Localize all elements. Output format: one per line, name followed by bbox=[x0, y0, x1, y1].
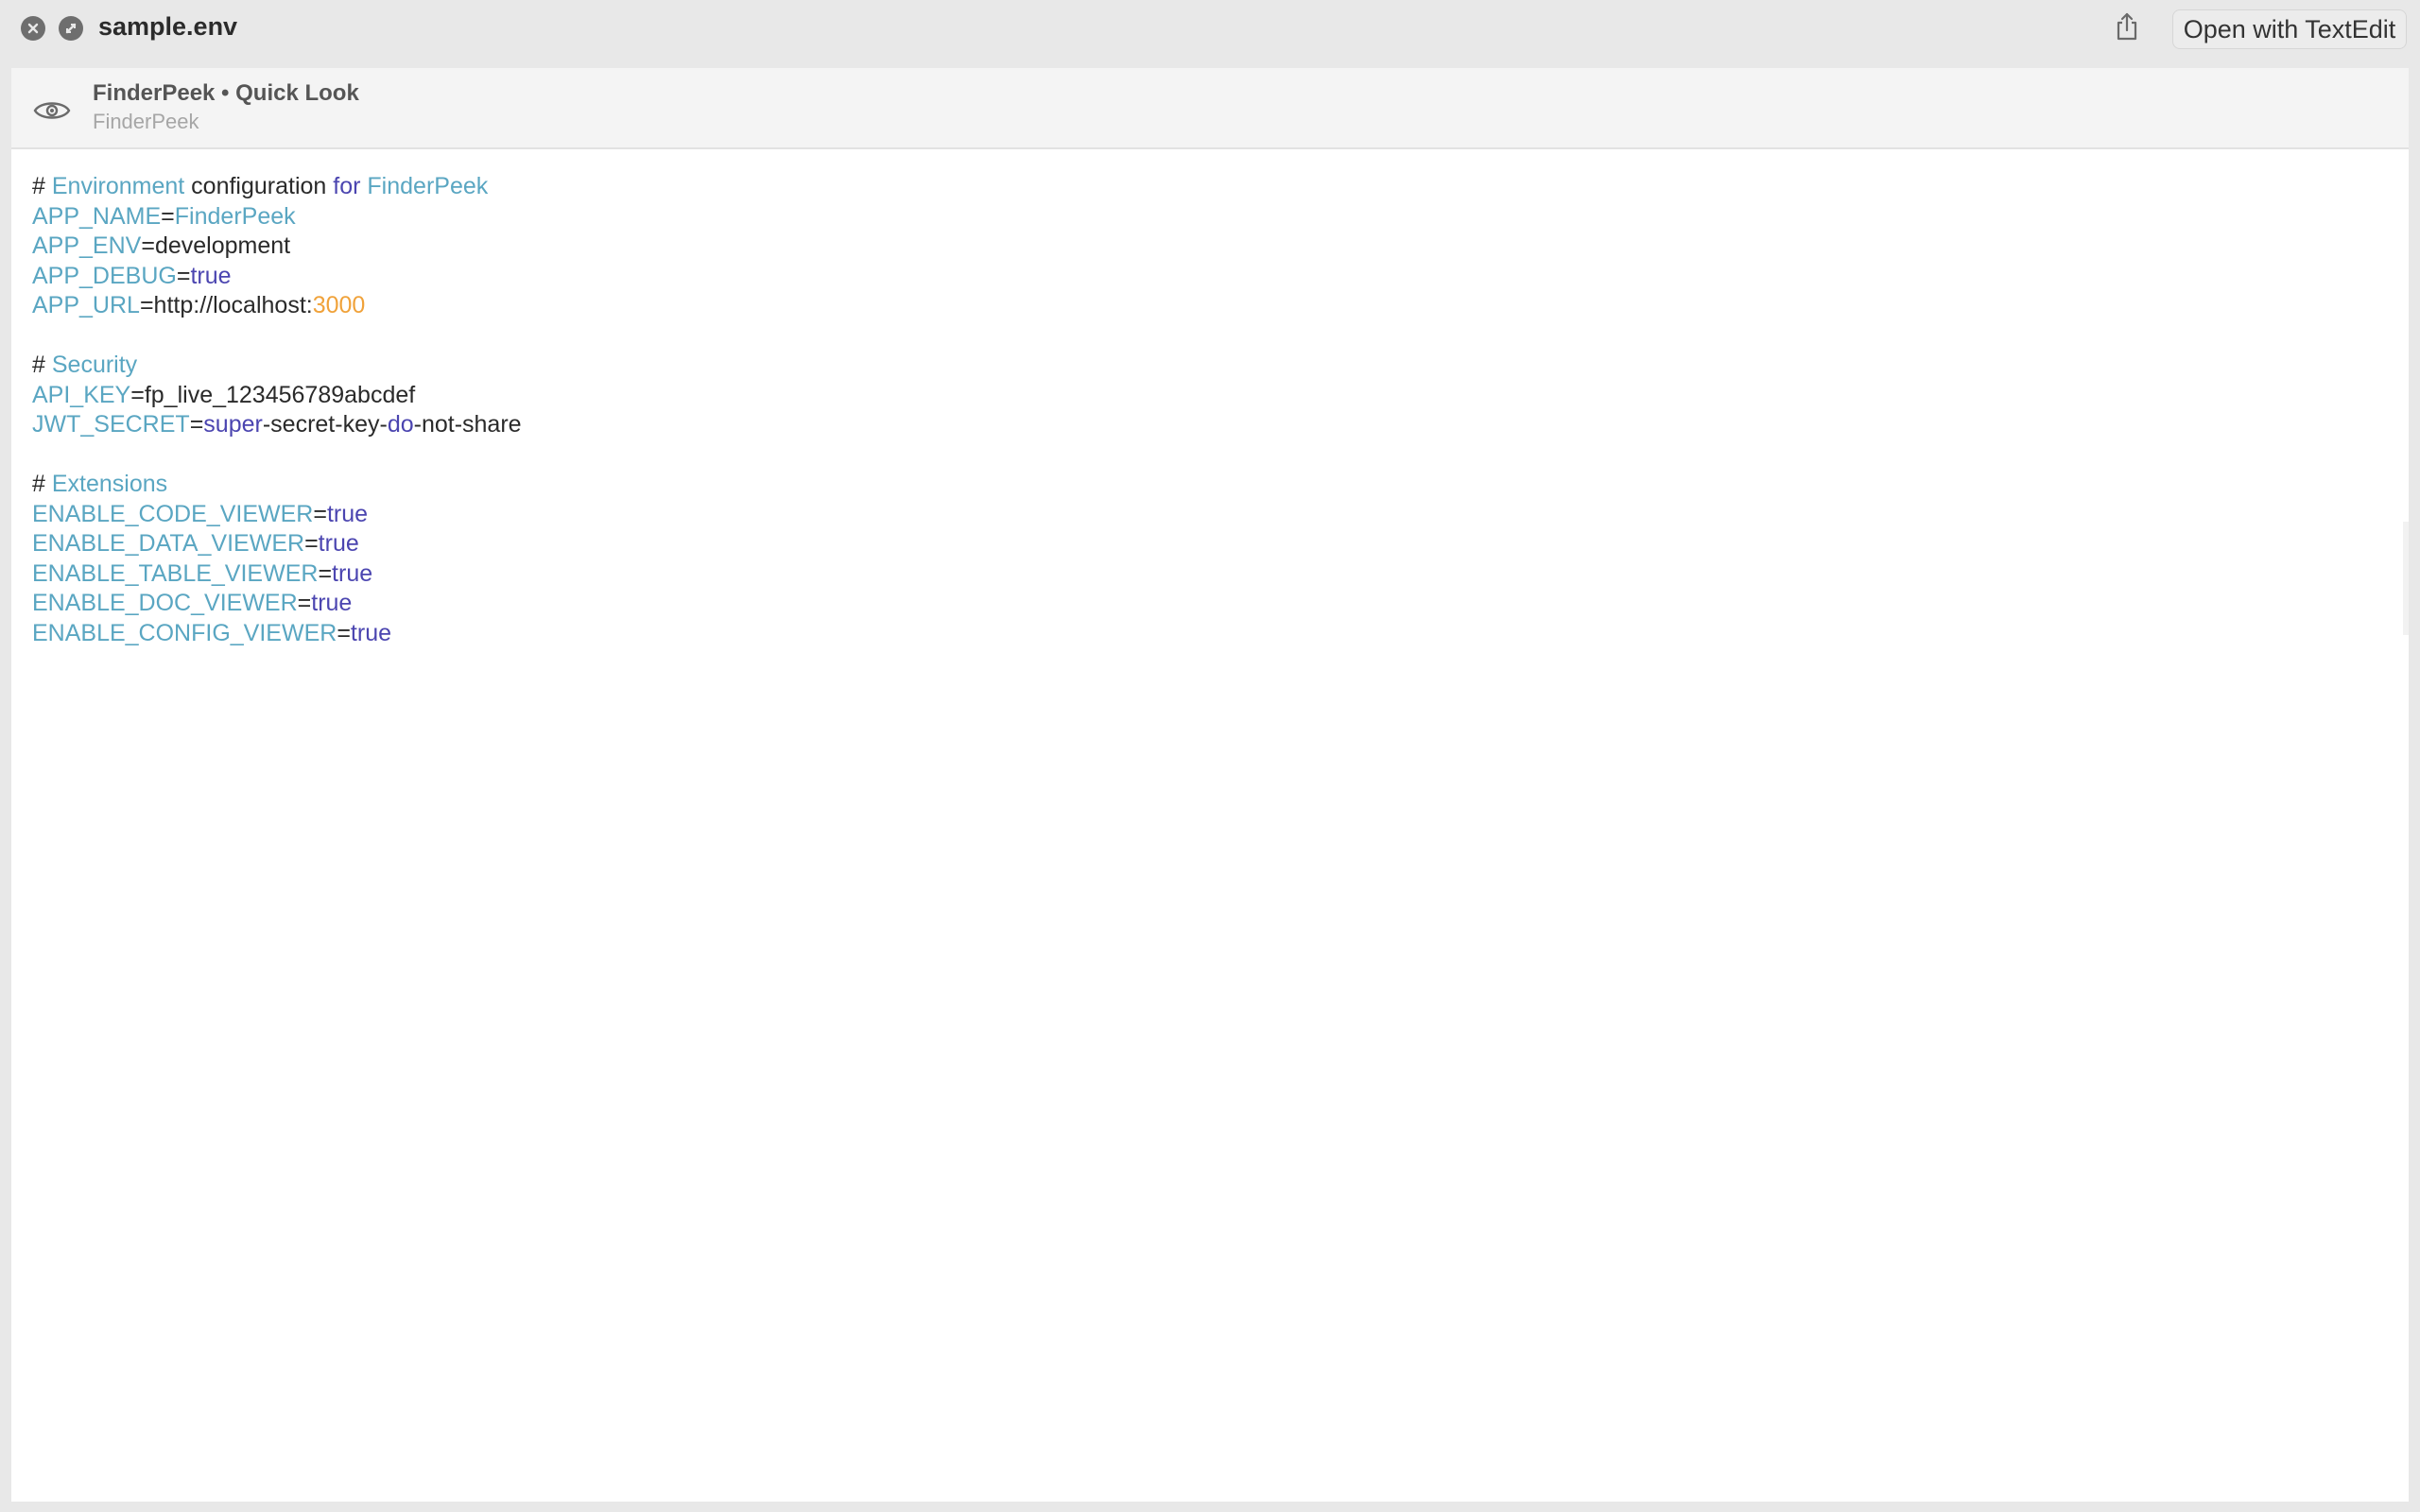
code-line: APP_ENV=development bbox=[32, 232, 2377, 262]
code-number: 3000 bbox=[312, 292, 366, 318]
code-key: ENABLE_CONFIG_VIEWER bbox=[32, 619, 337, 646]
code-keyword: for bbox=[333, 173, 361, 199]
code-line: ENABLE_TABLE_VIEWER=true bbox=[32, 559, 2377, 590]
header-title: FinderPeek • Quick Look bbox=[93, 80, 359, 106]
code-key: APP_DEBUG bbox=[32, 262, 177, 289]
code-text: = bbox=[176, 262, 191, 289]
window-title: sample.env bbox=[98, 12, 238, 41]
code-text: =fp_live_123456789abcdef bbox=[130, 381, 416, 408]
code-keyword: true bbox=[190, 262, 232, 289]
code-keyword: super bbox=[203, 411, 263, 438]
scrollbar-track[interactable] bbox=[2403, 522, 2409, 635]
code-keyword: do bbox=[387, 411, 414, 438]
close-button[interactable] bbox=[21, 16, 45, 41]
code-key: APP_ENV bbox=[32, 232, 142, 259]
code-key: JWT_SECRET bbox=[32, 411, 190, 438]
code-line: JWT_SECRET=super-secret-key-do-not-share bbox=[32, 410, 2377, 440]
code-text: # bbox=[32, 471, 52, 497]
fullscreen-icon bbox=[64, 22, 78, 35]
code-line: ENABLE_DATA_VIEWER=true bbox=[32, 529, 2377, 559]
code-line: ENABLE_CONFIG_VIEWER=true bbox=[32, 619, 2377, 649]
code-key: API_KEY bbox=[32, 381, 131, 408]
code-keyword: true bbox=[350, 619, 392, 646]
code-text: -not-share bbox=[413, 411, 522, 438]
code-line: APP_NAME=FinderPeek bbox=[32, 202, 2377, 232]
code-text: = bbox=[189, 411, 204, 438]
code-text: -secret-key- bbox=[262, 411, 388, 438]
code-key: FinderPeek bbox=[174, 202, 296, 230]
code-line: # Security bbox=[32, 351, 2377, 381]
share-button[interactable] bbox=[2110, 11, 2144, 45]
code-key: APP_NAME bbox=[32, 202, 162, 230]
open-with-textedit-button[interactable]: Open with TextEdit bbox=[2172, 9, 2407, 49]
fullscreen-button[interactable] bbox=[59, 16, 83, 41]
code-text: = bbox=[297, 590, 312, 616]
quick-look-window: sample.env Open with TextEdit FinderPeek… bbox=[0, 0, 2420, 1512]
header-subtitle: FinderPeek bbox=[93, 110, 199, 133]
code-key: Extensions bbox=[51, 471, 168, 497]
preview-header: FinderPeek • Quick Look FinderPeek bbox=[11, 68, 2409, 149]
title-bar: sample.env Open with TextEdit bbox=[0, 0, 2420, 64]
code-view: # Environment configuration for FinderPe… bbox=[32, 172, 2377, 648]
close-icon bbox=[26, 22, 40, 35]
code-keyword: true bbox=[311, 590, 353, 616]
code-line: ENABLE_DOC_VIEWER=true bbox=[32, 589, 2377, 619]
code-keyword: true bbox=[318, 530, 359, 557]
preview-panel: FinderPeek • Quick Look FinderPeek # Env… bbox=[11, 68, 2409, 1502]
code-text: = bbox=[337, 619, 351, 646]
code-key: APP_URL bbox=[32, 292, 140, 318]
code-text: = bbox=[304, 530, 319, 557]
code-keyword: true bbox=[326, 500, 369, 527]
code-text: # bbox=[32, 352, 52, 378]
code-key: ENABLE_DOC_VIEWER bbox=[32, 590, 298, 616]
code-key: FinderPeek bbox=[367, 173, 489, 199]
code-text: = bbox=[313, 500, 327, 527]
code-line: APP_DEBUG=true bbox=[32, 262, 2377, 292]
code-text: # bbox=[32, 173, 52, 199]
code-line: APP_URL=http://localhost:3000 bbox=[32, 291, 2377, 321]
eye-icon bbox=[32, 91, 72, 130]
code-key: Security bbox=[51, 352, 138, 378]
code-text: =development bbox=[141, 232, 291, 259]
code-key: ENABLE_CODE_VIEWER bbox=[32, 500, 314, 527]
share-icon bbox=[2114, 11, 2140, 46]
code-key: ENABLE_DATA_VIEWER bbox=[32, 530, 305, 557]
code-text: = bbox=[161, 202, 175, 230]
code-line: ENABLE_CODE_VIEWER=true bbox=[32, 500, 2377, 530]
code-text: configuration bbox=[184, 173, 334, 199]
code-text: = bbox=[318, 559, 333, 587]
code-key: ENABLE_TABLE_VIEWER bbox=[32, 559, 319, 587]
code-line: # Environment configuration for FinderPe… bbox=[32, 172, 2377, 202]
code-line: # Extensions bbox=[32, 470, 2377, 500]
code-line: API_KEY=fp_live_123456789abcdef bbox=[32, 381, 2377, 411]
code-key: Environment bbox=[51, 173, 185, 199]
code-keyword: true bbox=[332, 559, 373, 587]
code-text: =http://localhost: bbox=[139, 292, 313, 318]
